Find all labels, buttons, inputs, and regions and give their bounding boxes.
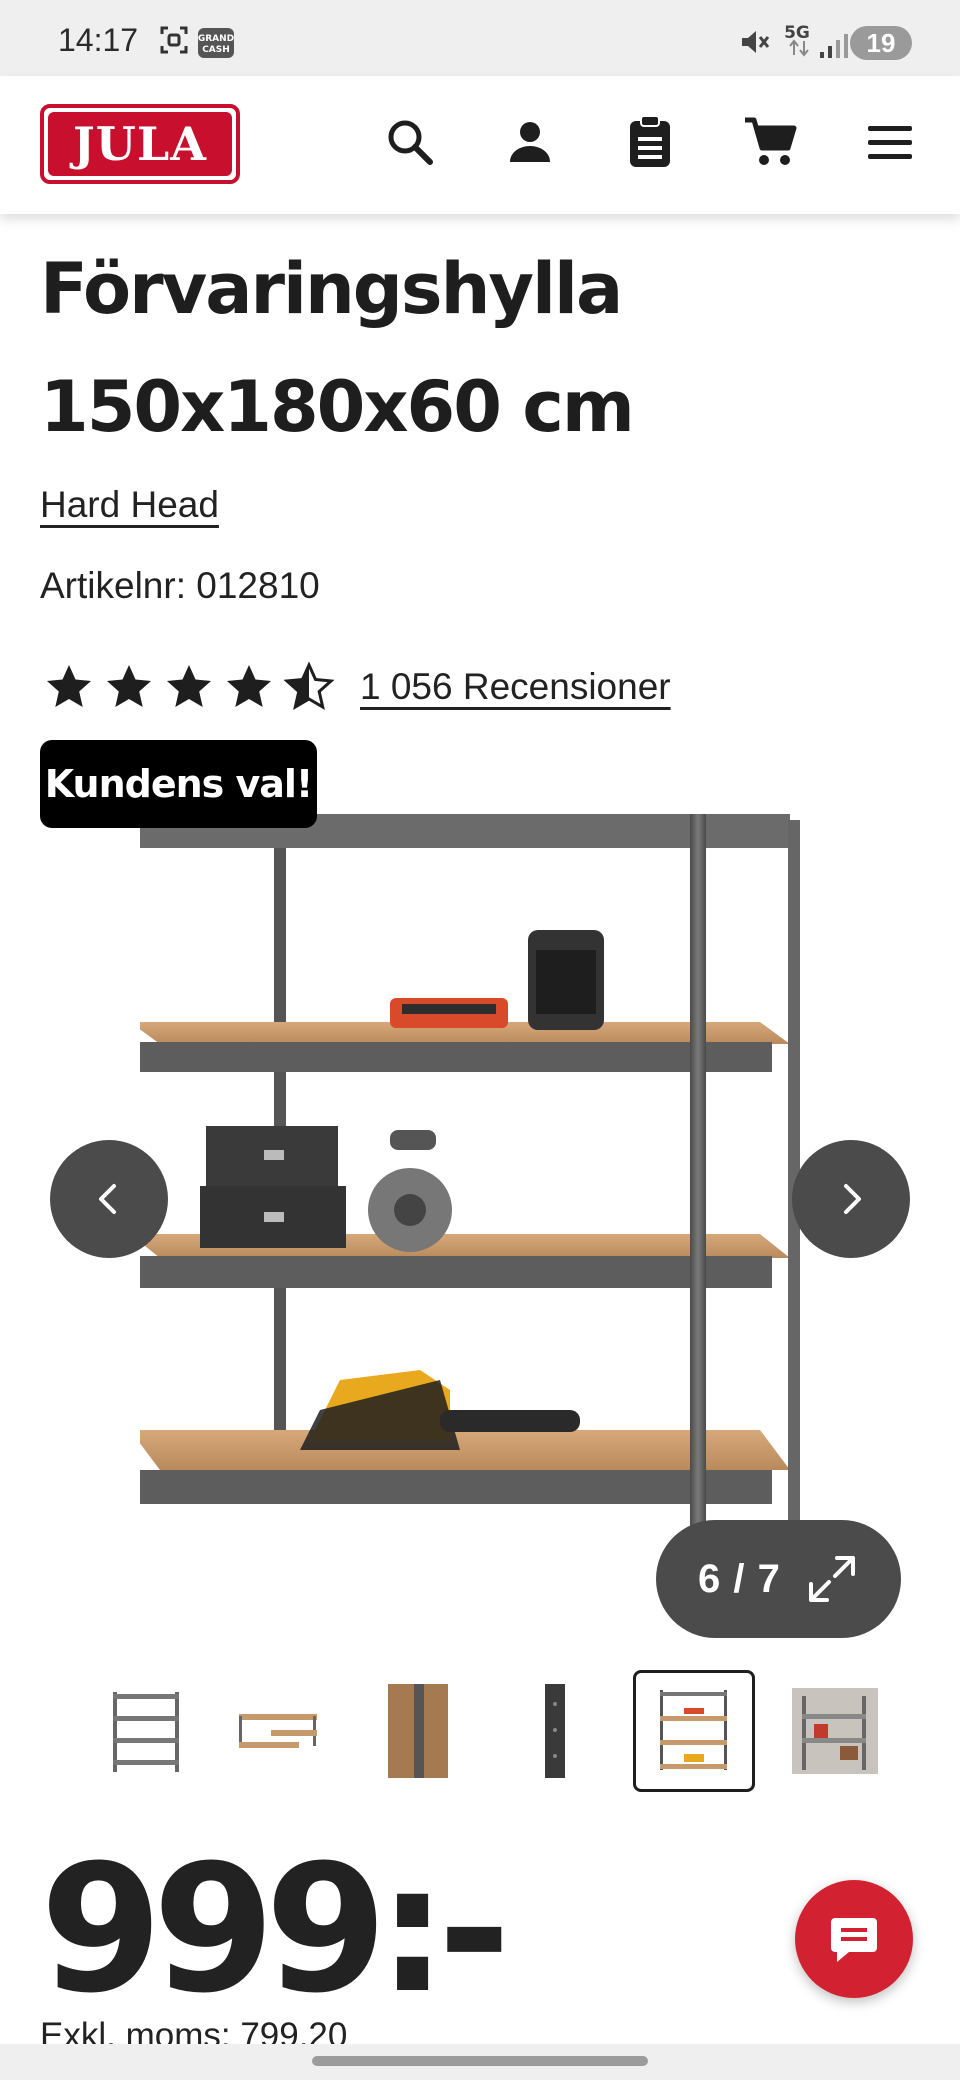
thumbnail-1[interactable] (0, 1670, 32, 1792)
home-gesture-handle[interactable] (312, 2056, 648, 2066)
thumbnail-7[interactable] (774, 1670, 896, 1792)
article-number: Artikelnr: 012810 (40, 565, 320, 607)
article-number-label: Artikelnr: (40, 565, 186, 606)
thumbnail-strip[interactable] (0, 1670, 960, 1795)
chat-icon (831, 1918, 877, 1962)
price-ex-vat: Exkl. moms: 799,20 (40, 2016, 347, 2044)
account-button[interactable] (500, 112, 560, 172)
article-number-value: 012810 (196, 565, 320, 606)
status-bar: 14:17 GRAND CASH 5G 19 (0, 0, 960, 76)
svg-text:5G: 5G (784, 23, 810, 43)
price-ex-vat-value: 799,20 (240, 2016, 348, 2044)
product-title-line1: Förvaringshylla (40, 248, 623, 330)
5g-icon: 5G (780, 22, 814, 65)
system-nav-bar (0, 2044, 960, 2080)
thumbnail-6[interactable] (633, 1670, 755, 1792)
expand-icon (808, 1556, 855, 1602)
battery-indicator: 19 (850, 26, 912, 60)
customer-choice-badge: Kundens val! (40, 740, 317, 828)
screenshot-icon (158, 24, 190, 61)
status-time: 14:17 (58, 22, 139, 58)
logo-text: JULA (48, 112, 232, 176)
search-button[interactable] (380, 112, 440, 172)
product-title: Förvaringshylla 150x180x60 cm (40, 230, 920, 466)
thumbnail-3[interactable] (210, 1670, 332, 1792)
brand-link[interactable]: Hard Head (40, 484, 219, 526)
product-image[interactable] (122, 790, 820, 1570)
product-price: 999:- (40, 1827, 511, 2032)
reviews-link[interactable]: 1 056 Recensioner (360, 666, 671, 708)
chevron-right-icon (844, 1184, 861, 1214)
gallery-counter: 6 / 7 (698, 1556, 781, 1601)
star-full-icon (167, 665, 211, 707)
gallery-counter-pill[interactable]: 6 / 7 (656, 1520, 901, 1638)
product-title-line2: 150x180x60 cm (40, 366, 635, 448)
chevron-left-icon (99, 1184, 116, 1214)
cart-icon (745, 117, 797, 165)
thumbnail-4[interactable] (352, 1670, 474, 1792)
thumbnail-5[interactable] (494, 1670, 616, 1792)
thumbnail-2[interactable] (74, 1670, 196, 1792)
site-header: JULA (0, 76, 960, 214)
grand-cash-text-line1: GRAND (198, 34, 234, 44)
price-ex-vat-label: Exkl. moms: (40, 2016, 231, 2044)
star-half-icon (284, 662, 334, 711)
star-full-icon (227, 665, 271, 707)
star-full-icon (47, 665, 91, 707)
gallery-next-button[interactable] (792, 1140, 910, 1258)
menu-icon (868, 126, 912, 159)
mute-icon (738, 26, 770, 63)
gallery-prev-button[interactable] (50, 1140, 168, 1258)
search-icon (388, 120, 433, 165)
cart-button[interactable] (740, 112, 800, 172)
chat-button[interactable] (795, 1880, 913, 1998)
shopping-list-button[interactable] (620, 112, 680, 172)
menu-button[interactable] (860, 112, 920, 172)
grand-cash-text-line2: CASH (202, 45, 230, 55)
shopping-list-icon (630, 115, 670, 167)
signal-icon (818, 30, 850, 65)
rating-stars[interactable] (44, 662, 334, 712)
jula-logo[interactable]: JULA (40, 104, 240, 184)
grand-cash-icon: GRAND CASH (198, 28, 234, 63)
account-icon (510, 122, 550, 162)
star-full-icon (107, 665, 151, 707)
